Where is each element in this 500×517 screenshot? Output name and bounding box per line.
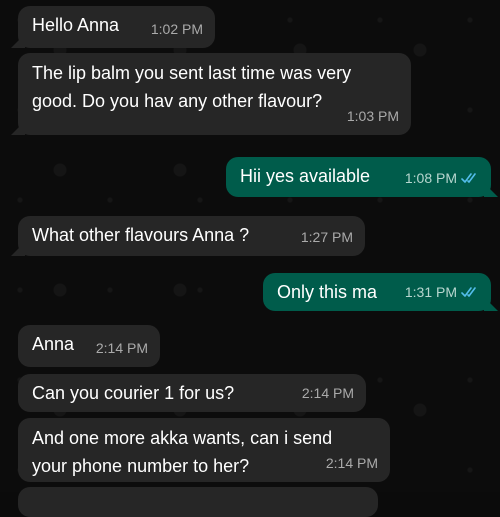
message-time: 1:03 PM: [346, 108, 399, 124]
message-time: 1:02 PM: [150, 21, 203, 37]
message-text-line: The lip balm you sent last time was very: [32, 63, 352, 83]
message-text: Hii yes available: [240, 166, 371, 186]
message-text: What other flavours Anna ?: [32, 225, 250, 245]
message-bubble-incoming[interactable]: Hello Anna 1:02 PM: [18, 6, 215, 48]
message-time: 2:14 PM: [325, 455, 378, 471]
message-bubble-incoming[interactable]: The lip balm you sent last time was very…: [18, 53, 411, 135]
message-meta: 1:08 PM: [405, 165, 479, 191]
message-meta: 2:14 PM: [302, 380, 354, 406]
message-text: Can you courier 1 for us?: [32, 383, 235, 403]
message-meta: 1:03 PM: [347, 103, 399, 129]
message-bubble-incoming[interactable]: Anna 2:14 PM: [18, 325, 160, 367]
message-bubble-incoming[interactable]: What other flavours Anna ? 1:27 PM: [18, 216, 365, 256]
message-time: 1:27 PM: [300, 229, 353, 245]
message-text-line: good. Do you hav any other flavour?: [32, 91, 323, 111]
message-text: Hello Anna: [32, 15, 120, 35]
message-bubble-incoming[interactable]: And one more akka wants, can i send your…: [18, 418, 390, 482]
message-text: And one more akka wants, can i send your…: [32, 424, 332, 480]
double-check-icon: [461, 172, 479, 184]
message-bubble-outgoing[interactable]: Hii yes available 1:08 PM: [226, 157, 491, 197]
message-time: 1:31 PM: [404, 284, 457, 300]
message-text: Anna: [32, 334, 75, 354]
message-meta: 2:14 PM: [96, 335, 148, 361]
chat-thread[interactable]: Hello Anna 1:02 PM The lip balm you sent…: [0, 0, 500, 517]
message-bubble-incoming[interactable]: Can you courier 1 for us? 2:14 PM: [18, 374, 366, 412]
message-meta: 1:02 PM: [151, 16, 203, 42]
message-text: The lip balm you sent last time was very…: [32, 59, 351, 115]
message-text-line: And one more akka wants, can i send: [32, 428, 333, 448]
message-time: 2:14 PM: [301, 385, 354, 401]
message-meta: 1:31 PM: [405, 279, 479, 305]
message-time: 2:14 PM: [95, 340, 148, 356]
message-meta: 2:14 PM: [326, 450, 378, 476]
message-text-line: your phone number to her?: [32, 456, 250, 476]
message-time: 1:08 PM: [404, 170, 457, 186]
double-check-icon: [461, 286, 479, 298]
message-bubble-outgoing[interactable]: Only this ma 1:31 PM: [263, 273, 491, 311]
message-meta: 1:27 PM: [301, 224, 353, 250]
message-text: Only this ma: [277, 282, 378, 302]
